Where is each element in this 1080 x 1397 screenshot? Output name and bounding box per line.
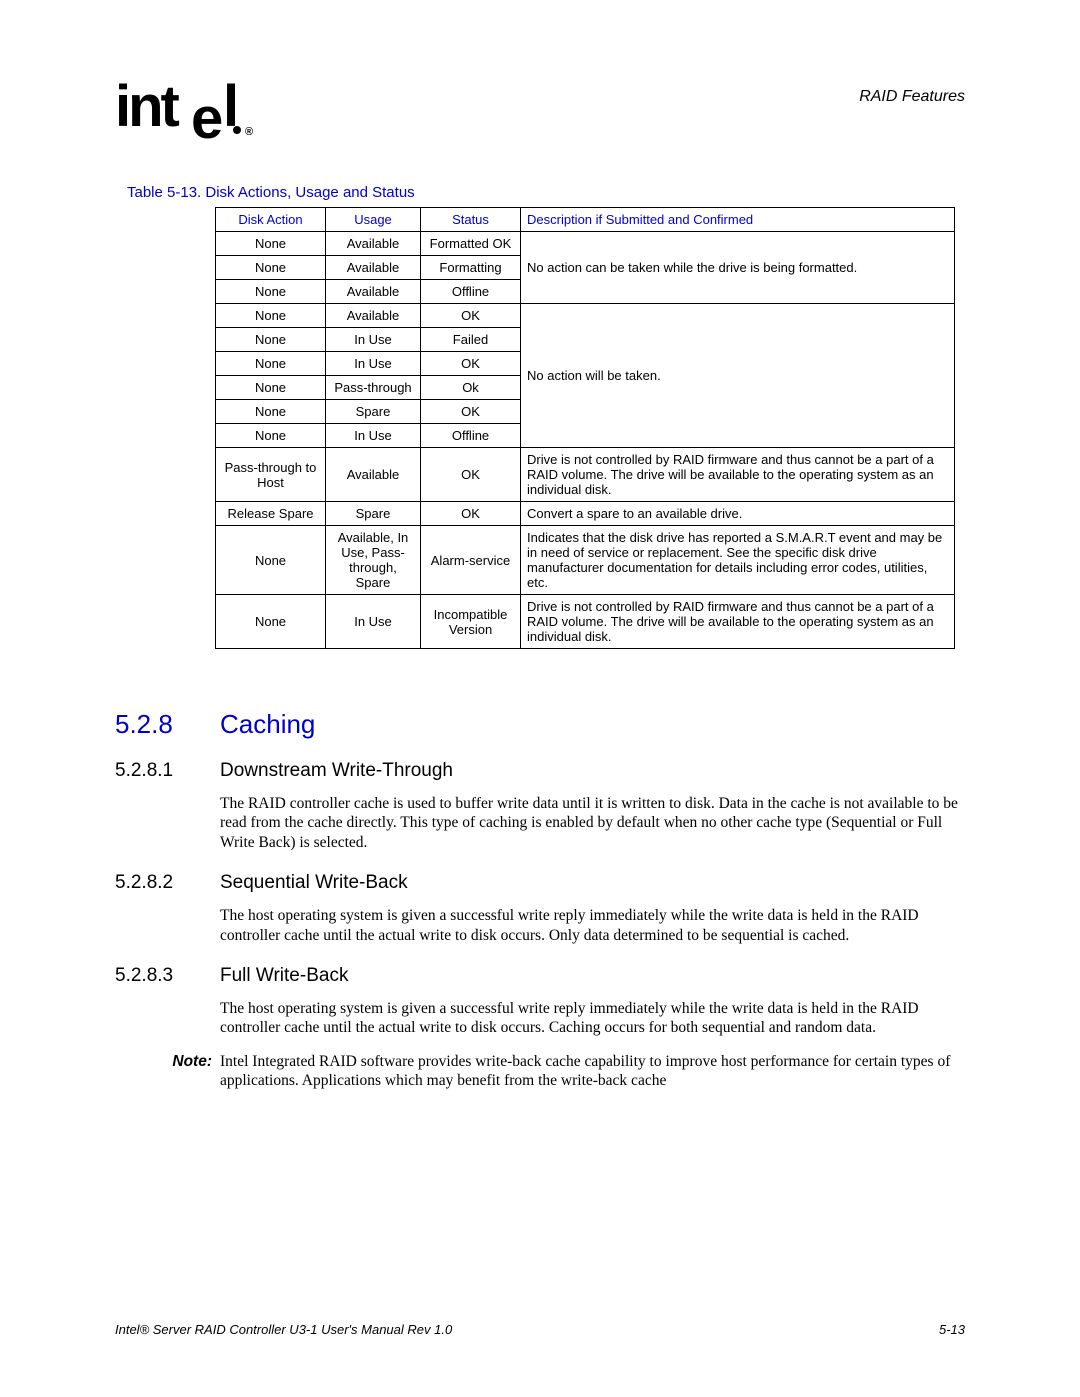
note-label: Note: — [115, 1052, 220, 1091]
subsection-heading: 5.2.8.3 Full Write-Back — [115, 965, 965, 987]
footer-left: Intel® Server RAID Controller U3-1 User'… — [115, 1322, 452, 1337]
cell: Convert a spare to an available drive. — [521, 502, 955, 526]
table-row: Release Spare Spare OK Convert a spare t… — [216, 502, 955, 526]
cell: None — [216, 526, 326, 595]
col-header: Usage — [326, 208, 421, 232]
note: Note: Intel Integrated RAID software pro… — [115, 1052, 965, 1091]
cell: None — [216, 595, 326, 649]
cell: Available — [326, 448, 421, 502]
cell: OK — [421, 502, 521, 526]
cell: Pass-through — [326, 376, 421, 400]
paragraph: The host operating system is given a suc… — [220, 999, 965, 1038]
section-title: Caching — [220, 709, 315, 740]
cell: Drive is not controlled by RAID firmware… — [521, 448, 955, 502]
paragraph: The host operating system is given a suc… — [220, 906, 965, 945]
cell: None — [216, 232, 326, 256]
cell: Alarm-service — [421, 526, 521, 595]
cell: No action will be taken. — [521, 304, 955, 448]
cell: In Use — [326, 328, 421, 352]
cell: None — [216, 256, 326, 280]
cell: None — [216, 400, 326, 424]
cell: In Use — [326, 595, 421, 649]
page: int e l ® RAID Features Table 5-13. Disk… — [0, 0, 1080, 1397]
section-number: 5.2.8.2 — [115, 872, 220, 894]
intel-logo: int e l ® — [115, 80, 255, 142]
section-title: Sequential Write-Back — [220, 872, 408, 894]
cell: None — [216, 424, 326, 448]
cell: None — [216, 352, 326, 376]
cell: Formatted OK — [421, 232, 521, 256]
page-header: int e l ® RAID Features — [115, 80, 965, 142]
cell: None — [216, 280, 326, 304]
table-row: Pass-through to Host Available OK Drive … — [216, 448, 955, 502]
cell: Drive is not controlled by RAID firmware… — [521, 595, 955, 649]
cell: In Use — [326, 352, 421, 376]
cell: None — [216, 376, 326, 400]
section-title: Full Write-Back — [220, 965, 348, 987]
cell: Offline — [421, 424, 521, 448]
section-number: 5.2.8.1 — [115, 760, 220, 782]
col-header: Disk Action — [216, 208, 326, 232]
subsection-heading: 5.2.8.1 Downstream Write-Through — [115, 760, 965, 782]
svg-text:int: int — [115, 80, 180, 139]
cell: OK — [421, 304, 521, 328]
section-number: 5.2.8.3 — [115, 965, 220, 987]
cell: Available, In Use, Pass-through, Spare — [326, 526, 421, 595]
cell: Available — [326, 232, 421, 256]
table-row: None Available OK No action will be take… — [216, 304, 955, 328]
cell: Formatting — [421, 256, 521, 280]
section-title: Downstream Write-Through — [220, 760, 453, 782]
cell: Indicates that the disk drive has report… — [521, 526, 955, 595]
cell: Available — [326, 256, 421, 280]
col-header: Description if Submitted and Confirmed — [521, 208, 955, 232]
disk-actions-table: Disk Action Usage Status Description if … — [215, 207, 955, 649]
page-footer: Intel® Server RAID Controller U3-1 User'… — [115, 1322, 965, 1337]
footer-right: 5-13 — [939, 1322, 965, 1337]
table-header-row: Disk Action Usage Status Description if … — [216, 208, 955, 232]
table-caption: Table 5-13. Disk Actions, Usage and Stat… — [127, 184, 965, 201]
cell: Available — [326, 280, 421, 304]
cell: Spare — [326, 502, 421, 526]
chapter-title: RAID Features — [859, 88, 965, 106]
cell: Offline — [421, 280, 521, 304]
col-header: Status — [421, 208, 521, 232]
table-row: None In Use Incompatible Version Drive i… — [216, 595, 955, 649]
cell: In Use — [326, 424, 421, 448]
table-row: None Available, In Use, Pass-through, Sp… — [216, 526, 955, 595]
table-row: None Available Formatted OK No action ca… — [216, 232, 955, 256]
cell: No action can be taken while the drive i… — [521, 232, 955, 304]
cell: Ok — [421, 376, 521, 400]
cell: Release Spare — [216, 502, 326, 526]
cell: Incompatible Version — [421, 595, 521, 649]
cell: Pass-through to Host — [216, 448, 326, 502]
paragraph: The RAID controller cache is used to buf… — [220, 794, 965, 852]
cell: Available — [326, 304, 421, 328]
cell: Spare — [326, 400, 421, 424]
cell: Failed — [421, 328, 521, 352]
cell: OK — [421, 352, 521, 376]
cell: None — [216, 328, 326, 352]
cell: OK — [421, 400, 521, 424]
cell: OK — [421, 448, 521, 502]
subsection-heading: 5.2.8.2 Sequential Write-Back — [115, 872, 965, 894]
cell: None — [216, 304, 326, 328]
svg-text:e: e — [191, 86, 222, 142]
note-body: Intel Integrated RAID software provides … — [220, 1052, 965, 1091]
svg-text:®: ® — [245, 126, 253, 138]
section-heading: 5.2.8 Caching — [115, 709, 965, 740]
section-number: 5.2.8 — [115, 709, 220, 740]
